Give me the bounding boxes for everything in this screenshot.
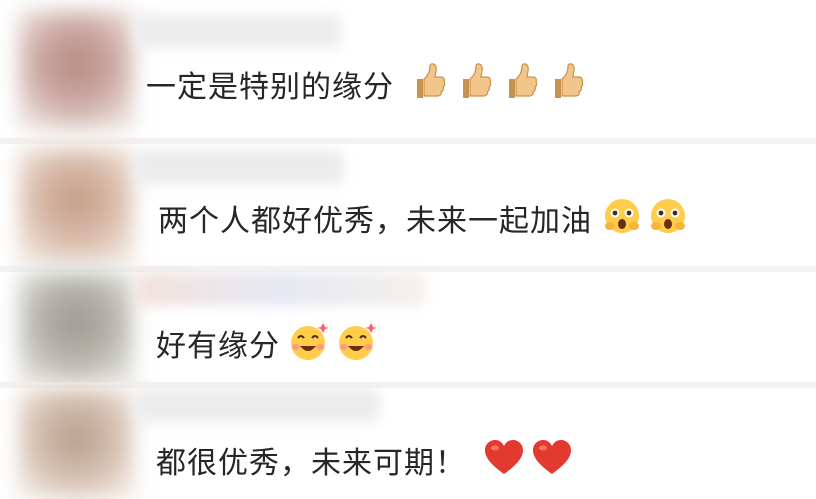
happy-sparkle-emoji-icon [288,320,330,366]
red-heart-icon [484,440,524,480]
comment-item-1: 一定是特别的缘分 [0,0,816,138]
blurred-avatar[interactable] [18,272,134,384]
blurred-username[interactable] [136,150,344,184]
thumbs-up-icon [456,62,492,106]
comment-item-2: 两个人都好优秀，未来一起加油 [0,144,816,266]
comment-text: 一定是特别的缘分 [146,70,394,105]
comment-item-4: 都很优秀，未来可期！ [0,388,816,499]
red-heart-icon [532,440,572,480]
blurred-avatar[interactable] [18,10,134,130]
comment-text: 好有缘分 [156,329,280,364]
comment-content: 一定是特别的缘分 [146,62,584,106]
comment-item-3: 好有缘分 [0,272,816,384]
emoji-list [598,196,688,240]
blurred-avatar[interactable] [18,148,134,264]
blurred-username[interactable] [136,272,426,306]
thumbs-up-icon [502,62,538,106]
thumbs-up-icon [548,62,584,106]
comment-text: 两个人都好优秀，未来一起加油 [158,204,592,239]
happy-sparkle-emoji-icon [336,320,378,366]
blushing-smile-emoji-icon [648,196,688,240]
emoji-list [400,62,584,106]
blurred-username[interactable] [136,14,341,48]
comment-content: 两个人都好优秀，未来一起加油 [158,194,688,242]
thumbs-up-icon [410,62,446,106]
comment-text: 都很优秀，未来可期！ [156,446,466,481]
emoji-list [472,440,572,480]
blurred-avatar[interactable] [18,388,134,499]
blushing-smile-emoji-icon [602,196,642,240]
comment-content: 都很优秀，未来可期！ [156,438,572,482]
comment-content: 好有缘分 [156,320,378,366]
emoji-list [286,320,378,366]
blurred-username[interactable] [136,388,380,422]
